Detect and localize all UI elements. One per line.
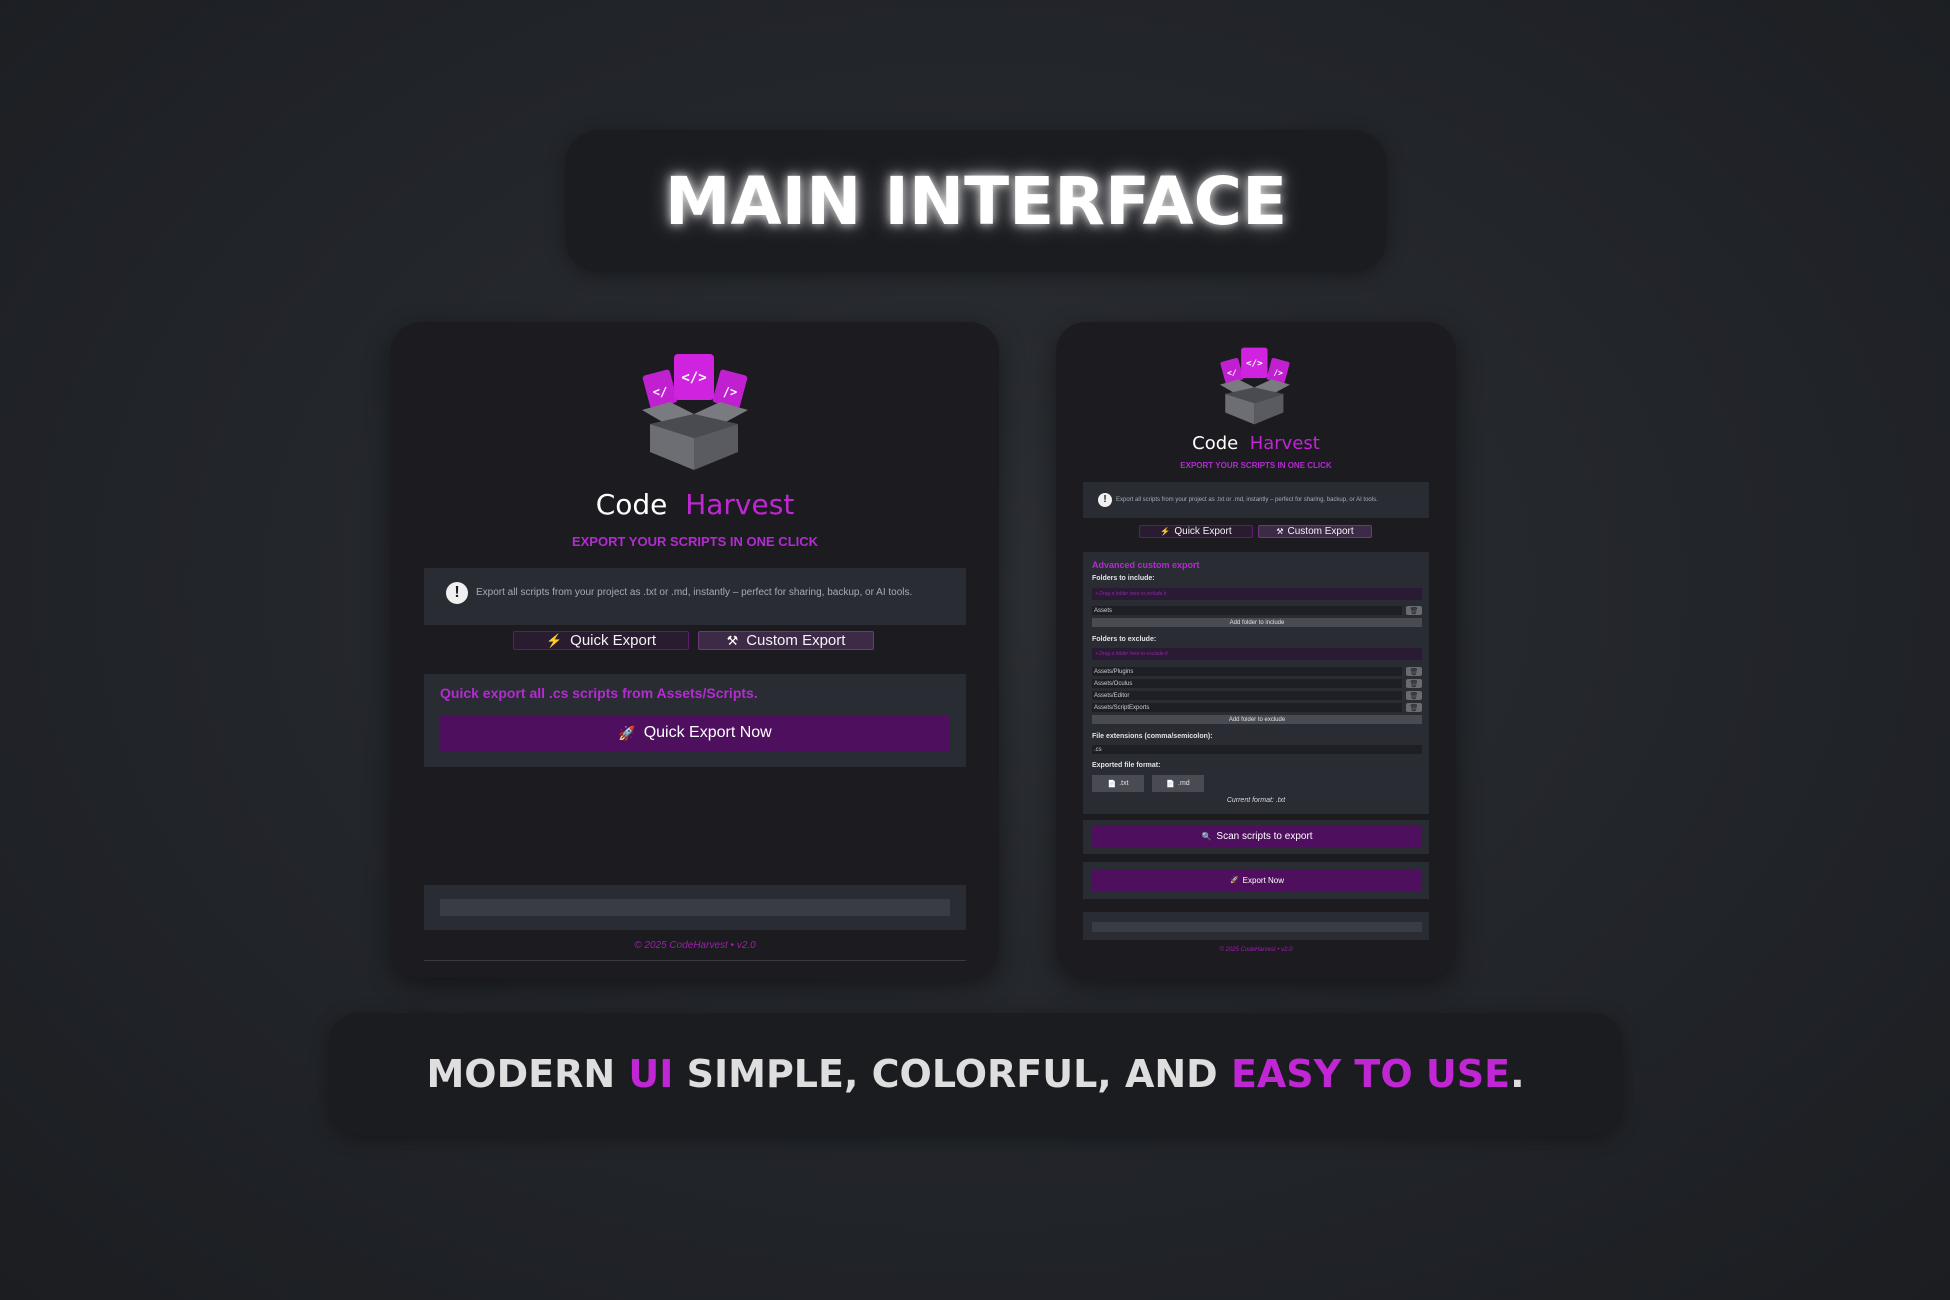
export-now-button[interactable]: 🚀 Export Now — [1092, 869, 1422, 891]
exclude-folder-row: Assets/Editor — [1092, 691, 1402, 700]
quick-export-description: Quick export all .cs scripts from Assets… — [440, 685, 758, 701]
current-format: Current format: .txt — [1226, 797, 1286, 804]
quick-export-now-button[interactable]: 🚀 Quick Export Now — [440, 715, 950, 751]
rocket-icon: 🚀 — [618, 724, 636, 741]
tab-quick-export-label: Quick Export — [570, 632, 657, 649]
svg-text:</: </ — [1227, 368, 1237, 377]
exclude-dropzone[interactable]: + Drag a folder here to exclude it — [1092, 648, 1422, 660]
app-tagline: EXPORT YOUR SCRIPTS IN ONE CLICK — [1180, 461, 1332, 470]
tab-custom-export-label: Custom Export — [1287, 526, 1354, 537]
footer-divider — [424, 960, 966, 961]
bottom-tagline-easy: EASY TO USE — [1230, 1052, 1511, 1096]
svg-text:</: </ — [653, 385, 667, 399]
quick-export-now-label: Quick Export Now — [643, 724, 772, 741]
info-text: Export all scripts from your project as … — [1116, 496, 1378, 503]
format-md-label: .md — [1178, 780, 1190, 787]
trash-icon[interactable]: 🗑 — [1406, 691, 1422, 700]
app-footer: © 2025 CodeHarvest • v2.0 — [1219, 947, 1293, 953]
bottom-tagline-part1: MODERN — [426, 1052, 629, 1096]
bottom-tagline-ui: UI — [628, 1052, 674, 1096]
app-name-part2: Harvest — [1249, 433, 1320, 454]
bottom-tagline-part2: SIMPLE, COLORFUL, AND — [673, 1052, 1231, 1096]
extensions-label: File extensions (comma/semicolon): — [1092, 733, 1213, 740]
include-folder-row: Assets — [1092, 606, 1402, 615]
app-name-part2: Harvest — [685, 488, 795, 521]
tab-quick-export[interactable]: ⚡ Quick Export — [513, 631, 689, 650]
info-icon: ! — [446, 581, 468, 604]
exclude-label: Folders to exclude: — [1092, 636, 1157, 643]
info-bar: ! Export all scripts from your project a… — [440, 576, 950, 609]
trash-icon[interactable]: 🗑 — [1406, 703, 1422, 712]
lightning-icon: ⚡ — [1160, 527, 1171, 536]
quick-export-window: </> </ /> Code Harvest EXPORT YOUR SCRIP… — [391, 322, 999, 978]
extensions-input[interactable]: .cs — [1092, 745, 1422, 754]
trash-icon[interactable]: 🗑 — [1406, 667, 1422, 676]
include-dropzone[interactable]: + Drag a folder here to include it — [1092, 588, 1422, 600]
bottom-tagline-period: . — [1510, 1052, 1525, 1096]
progress-bar — [1092, 922, 1422, 932]
include-label: Folders to include: — [1092, 575, 1155, 582]
scan-scripts-button[interactable]: 🔍 Scan scripts to export — [1092, 826, 1422, 847]
lightning-icon: ⚡ — [545, 632, 563, 648]
add-exclude-folder-button[interactable]: Add folder to exclude — [1092, 715, 1422, 724]
info-text: Export all scripts from your project as … — [476, 587, 913, 598]
file-icon: 📄 — [1166, 780, 1176, 788]
tools-icon: ⚒ — [726, 632, 739, 648]
add-include-folder-button[interactable]: Add folder to include — [1092, 618, 1422, 627]
tab-custom-export-label: Custom Export — [746, 632, 846, 649]
progress-bar — [440, 899, 950, 916]
app-footer: © 2025 CodeHarvest • v2.0 — [634, 940, 756, 951]
magnifier-icon: 🔍 — [1201, 832, 1212, 841]
app-logo-icon: </> </ /> — [636, 352, 754, 477]
file-icon: 📄 — [1107, 780, 1117, 788]
custom-export-window: </> </ /> Code Harvest EXPORT YOUR SCRIP… — [1056, 322, 1456, 978]
app-name: Code Harvest — [1056, 433, 1456, 454]
exclude-folder-row: Assets/Plugins — [1092, 667, 1402, 676]
tab-quick-export[interactable]: ⚡ Quick Export — [1139, 525, 1253, 538]
format-md-button[interactable]: 📄 .md — [1152, 775, 1204, 792]
app-logo-icon: </> </ /> — [1216, 346, 1294, 431]
exclude-folder-row: Assets/ScriptExports — [1092, 703, 1402, 712]
info-icon: ! — [1098, 492, 1112, 507]
scan-scripts-label: Scan scripts to export — [1216, 831, 1313, 842]
tab-quick-export-label: Quick Export — [1174, 526, 1232, 537]
svg-text:</>: </> — [1246, 358, 1263, 369]
format-txt-label: .txt — [1119, 780, 1129, 787]
app-name-part1: Code — [595, 488, 668, 521]
rocket-icon: 🚀 — [1229, 877, 1239, 884]
exclude-folder-row: Assets/Oculus — [1092, 679, 1402, 688]
tab-custom-export[interactable]: ⚒ Custom Export — [1258, 525, 1372, 538]
app-name: Code Harvest — [391, 488, 999, 521]
custom-section-title: Advanced custom export — [1092, 560, 1200, 570]
export-now-label: Export Now — [1242, 875, 1285, 885]
app-name-part1: Code — [1192, 433, 1239, 454]
title-banner: MAIN INTERFACE — [565, 130, 1387, 272]
format-txt-button[interactable]: 📄 .txt — [1092, 775, 1144, 792]
info-bar: ! Export all scripts from your project a… — [1094, 489, 1420, 510]
tab-custom-export[interactable]: ⚒ Custom Export — [698, 631, 874, 650]
svg-text:/>: /> — [1273, 368, 1283, 377]
svg-text:</>: </> — [681, 370, 706, 386]
trash-icon[interactable]: 🗑 — [1406, 679, 1422, 688]
format-label: Exported file format: — [1092, 762, 1161, 769]
trash-icon[interactable]: 🗑 — [1406, 606, 1422, 615]
tools-icon: ⚒ — [1276, 527, 1284, 536]
bottom-tagline-banner: MODERN UI SIMPLE, COLORFUL, AND EASY TO … — [329, 1013, 1622, 1135]
app-tagline: EXPORT YOUR SCRIPTS IN ONE CLICK — [571, 534, 819, 549]
banner-title: MAIN INTERFACE — [664, 162, 1288, 240]
svg-text:/>: /> — [723, 385, 737, 399]
